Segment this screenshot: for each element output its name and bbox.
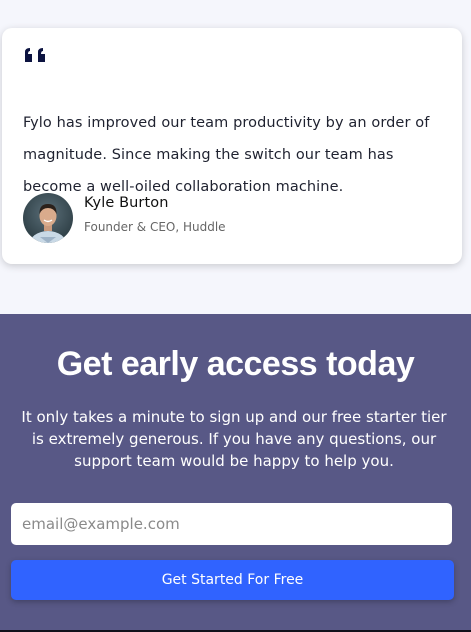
email-input[interactable]	[11, 503, 452, 545]
author-role: Founder & CEO, Huddle	[84, 220, 226, 234]
avatar	[23, 193, 73, 243]
get-started-button[interactable]: Get Started For Free	[11, 560, 454, 600]
author-name: Kyle Burton	[84, 195, 169, 211]
quote-icon	[24, 42, 48, 66]
testimonial-text: Fylo has improved our team productivity …	[23, 115, 430, 195]
testimonial-card: Fylo has improved our team productivity …	[2, 28, 462, 264]
early-access-section: Get early access today It only takes a m…	[0, 314, 471, 632]
cta-title: Get early access today	[56, 345, 415, 383]
cta-description: It only takes a minute to sign up and ou…	[21, 408, 447, 470]
